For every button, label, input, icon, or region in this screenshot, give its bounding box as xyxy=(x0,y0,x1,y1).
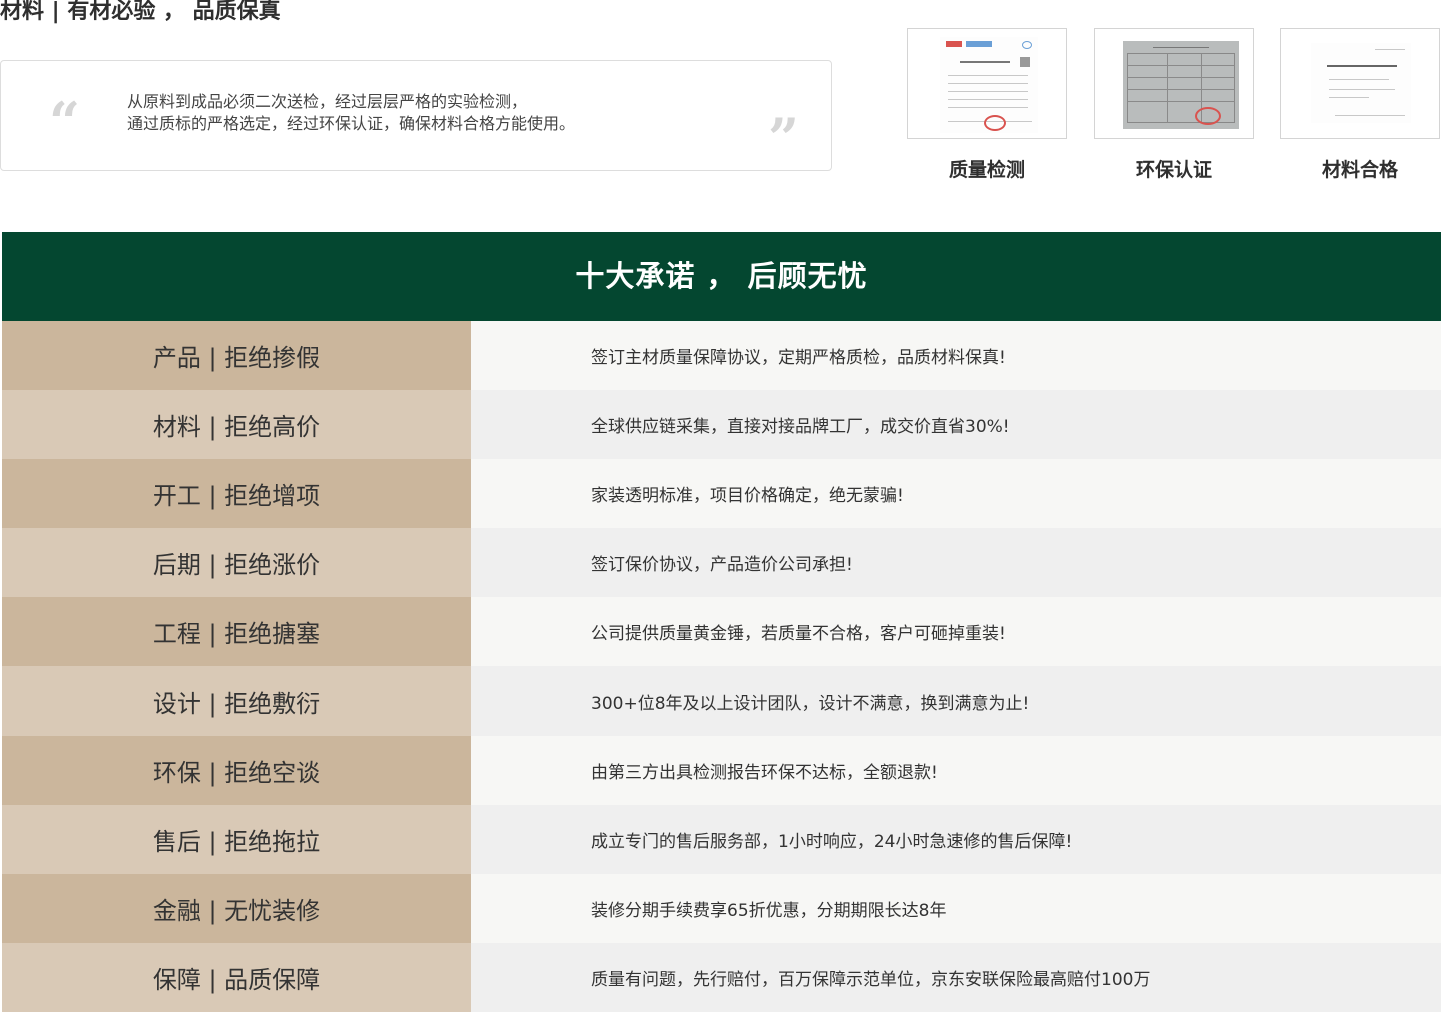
certificate-label: 材料合格 xyxy=(1321,159,1398,181)
report-document-icon xyxy=(940,37,1038,133)
promise-label: 金融 | 无忧装修 xyxy=(2,873,471,943)
certificate-environmental-image[interactable] xyxy=(1094,28,1254,139)
promise-label: 售后 | 拒绝拖拉 xyxy=(2,804,471,874)
promise-text: 全球供应链采集，直接对接品牌工厂，成交价直省30%! xyxy=(471,390,1441,460)
close-quote-icon: ” xyxy=(768,106,800,170)
promise-row: 设计 | 拒绝敷衍 300+位8年及以上设计团队，设计不满意，换到满意为止! xyxy=(2,666,1441,736)
open-quote-icon: “ xyxy=(49,90,81,154)
promise-row: 工程 | 拒绝搪塞 公司提供质量黄金锤，若质量不合格，客户可砸掉重装! xyxy=(2,597,1441,667)
promise-text: 家装透明标准，项目价格确定，绝无蒙骗! xyxy=(471,459,1441,529)
certificate-quality-image[interactable] xyxy=(907,28,1067,139)
promise-text: 质量有问题，先行赔付，百万保障示范单位，京东安联保险最高赔付100万 xyxy=(471,942,1441,1012)
promise-text: 公司提供质量黄金锤，若质量不合格，客户可砸掉重装! xyxy=(471,597,1441,667)
promise-label: 后期 | 拒绝涨价 xyxy=(2,528,471,598)
certificate-material-image[interactable] xyxy=(1280,28,1440,139)
promise-text: 300+位8年及以上设计团队，设计不满意，换到满意为止! xyxy=(471,666,1441,736)
certificate-environmental[interactable]: 环保认证 xyxy=(1094,28,1254,182)
promise-row: 环保 | 拒绝空谈 由第三方出具检测报告环保不达标，全额退款! xyxy=(2,735,1441,805)
promise-label: 开工 | 拒绝增项 xyxy=(2,459,471,529)
quote-text: 从原料到成品必须二次送检，经过层层严格的实验检测， 通过质标的严格选定，经过环保… xyxy=(127,91,747,135)
promise-text: 签订保价协议，产品造价公司承担! xyxy=(471,528,1441,598)
promise-text: 由第三方出具检测报告环保不达标，全额退款! xyxy=(471,735,1441,805)
materials-title: 材料 | 有材必验 ， 品质保真 xyxy=(0,0,281,24)
certificate-label: 环保认证 xyxy=(1135,159,1212,181)
photo-document-icon xyxy=(1123,41,1239,129)
promise-text: 签订主材质量保障协议，定期严格质检，品质材料保真! xyxy=(471,321,1441,391)
promise-row: 产品 | 拒绝掺假 签订主材质量保障协议，定期严格质检，品质材料保真! xyxy=(2,321,1441,391)
promise-row: 金融 | 无忧装修 装修分期手续费享65折优惠，分期期限长达8年 xyxy=(2,873,1441,943)
certificate-material[interactable]: 材料合格 xyxy=(1280,28,1440,182)
promises-title: 十大承诺 ， 后顾无忧 xyxy=(2,232,1441,321)
promise-text: 装修分期手续费享65折优惠，分期期限长达8年 xyxy=(471,873,1441,943)
ten-promises-table: 十大承诺 ， 后顾无忧 产品 | 拒绝掺假 签订主材质量保障协议，定期严格质检，品… xyxy=(2,232,1441,1012)
promise-label: 保障 | 品质保障 xyxy=(2,942,471,1012)
promise-row: 售后 | 拒绝拖拉 成立专门的售后服务部，1小时响应，24小时急速修的售后保障! xyxy=(2,804,1441,874)
quote-box: “ 从原料到成品必须二次送检，经过层层严格的实验检测， 通过质标的严格选定，经过… xyxy=(0,60,832,171)
promise-label: 环保 | 拒绝空谈 xyxy=(2,735,471,805)
quote-line: 通过质标的严格选定，经过环保认证，确保材料合格方能使用。 xyxy=(127,114,576,133)
certificate-quality[interactable]: 质量检测 xyxy=(907,28,1067,182)
promise-row: 开工 | 拒绝增项 家装透明标准，项目价格确定，绝无蒙骗! xyxy=(2,459,1441,529)
promise-text: 成立专门的售后服务部，1小时响应，24小时急速修的售后保障! xyxy=(471,804,1441,874)
promise-label: 设计 | 拒绝敷衍 xyxy=(2,666,471,736)
promise-row: 保障 | 品质保障 质量有问题，先行赔付，百万保障示范单位，京东安联保险最高赔付1… xyxy=(2,942,1441,1012)
promise-label: 材料 | 拒绝高价 xyxy=(2,390,471,460)
promise-label: 产品 | 拒绝掺假 xyxy=(2,321,471,391)
promise-row: 材料 | 拒绝高价 全球供应链采集，直接对接品牌工厂，成交价直省30%! xyxy=(2,390,1441,460)
promise-row: 后期 | 拒绝涨价 签订保价协议，产品造价公司承担! xyxy=(2,528,1441,598)
promise-label: 工程 | 拒绝搪塞 xyxy=(2,597,471,667)
quote-line: 从原料到成品必须二次送检，经过层层严格的实验检测， xyxy=(127,92,528,111)
report-document-icon xyxy=(1311,43,1411,123)
certificate-label: 质量检测 xyxy=(948,159,1025,181)
